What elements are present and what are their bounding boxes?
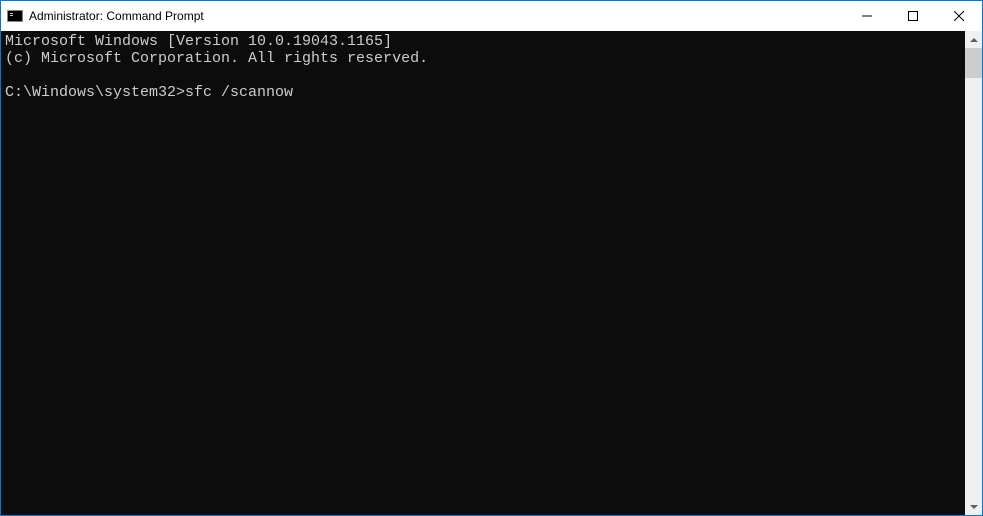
console-line: Microsoft Windows [Version 10.0.19043.11… — [5, 33, 392, 50]
window-controls — [844, 1, 982, 31]
scroll-up-arrow-icon[interactable] — [965, 31, 982, 48]
titlebar[interactable]: Administrator: Command Prompt — [1, 1, 982, 31]
maximize-button[interactable] — [890, 1, 936, 31]
vertical-scrollbar[interactable] — [965, 31, 982, 515]
scroll-down-arrow-icon[interactable] — [965, 498, 982, 515]
console-output[interactable]: Microsoft Windows [Version 10.0.19043.11… — [1, 31, 965, 515]
close-button[interactable] — [936, 1, 982, 31]
window-title: Administrator: Command Prompt — [29, 9, 204, 23]
scrollbar-track[interactable] — [965, 48, 982, 498]
console-command[interactable]: sfc /scannow — [185, 84, 293, 101]
console-area: Microsoft Windows [Version 10.0.19043.11… — [1, 31, 982, 515]
scrollbar-thumb[interactable] — [965, 48, 982, 78]
minimize-button[interactable] — [844, 1, 890, 31]
cmd-icon — [7, 8, 23, 24]
console-line: (c) Microsoft Corporation. All rights re… — [5, 50, 428, 67]
console-prompt: C:\Windows\system32> — [5, 84, 185, 101]
command-prompt-window: Administrator: Command Prompt Microsoft … — [0, 0, 983, 516]
